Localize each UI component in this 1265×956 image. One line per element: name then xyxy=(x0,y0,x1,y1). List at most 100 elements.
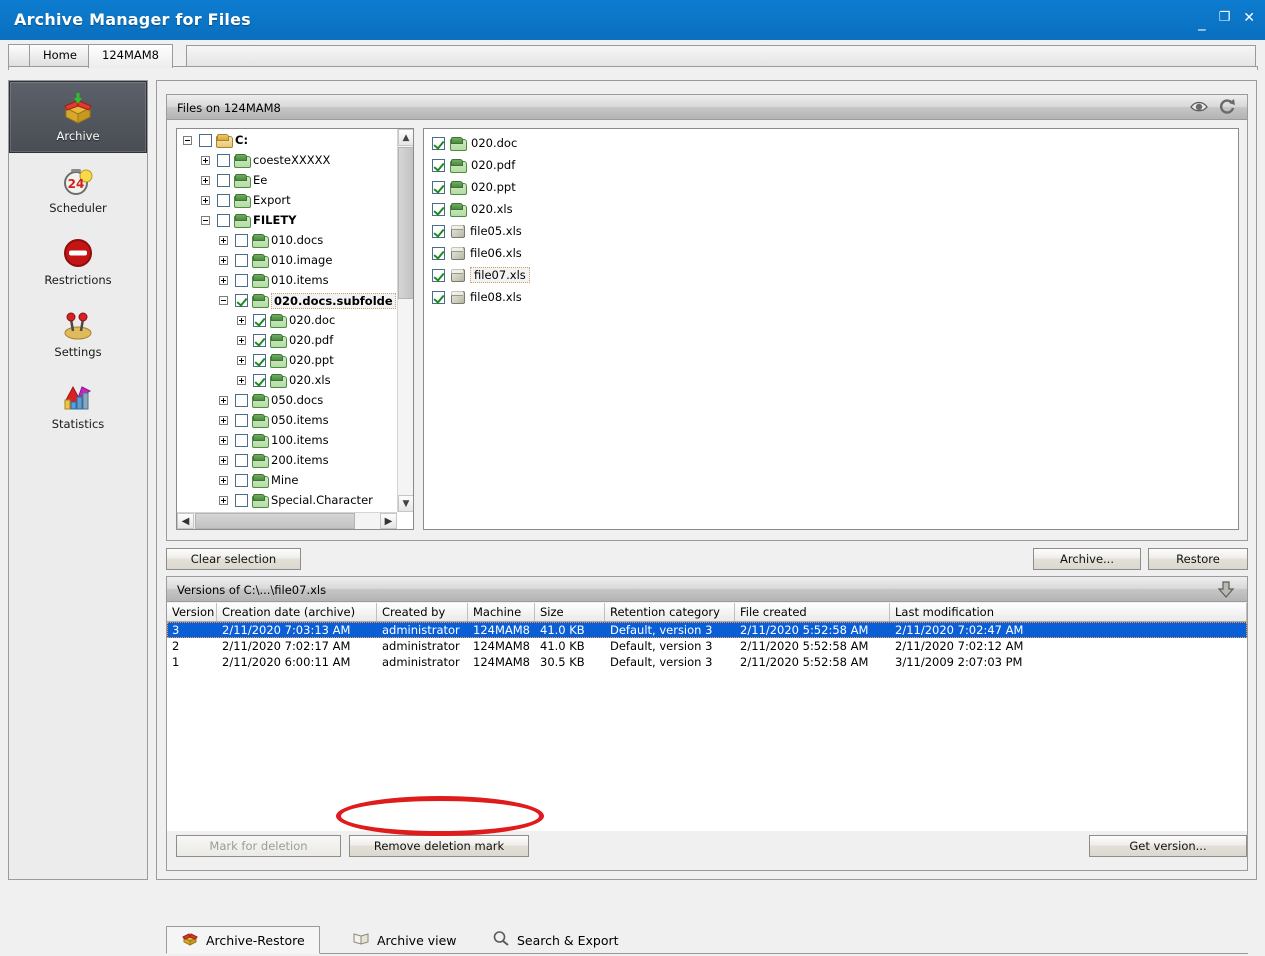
versions-row[interactable]: 12/11/2020 6:00:11 AMadministrator124MAM… xyxy=(167,654,1247,670)
expand-icon[interactable] xyxy=(201,176,210,185)
tree-scroll-thumb[interactable] xyxy=(398,147,414,299)
tree-item[interactable]: C: xyxy=(177,131,397,151)
file-list-item-checkbox[interactable] xyxy=(432,225,445,238)
tree-item[interactable]: 010.docs xyxy=(177,231,397,251)
expand-icon[interactable] xyxy=(219,456,228,465)
file-list-item[interactable]: 020.ppt xyxy=(424,176,1238,198)
expand-icon[interactable] xyxy=(219,436,228,445)
tree-item-checkbox[interactable] xyxy=(253,374,266,387)
tree-item[interactable]: 020.pdf xyxy=(177,331,397,351)
tree-item-checkbox[interactable] xyxy=(235,414,248,427)
tree-item-checkbox[interactable] xyxy=(235,454,248,467)
expand-icon[interactable] xyxy=(219,496,228,505)
tree-item[interactable]: 010.image xyxy=(177,251,397,271)
expand-icon[interactable] xyxy=(219,396,228,405)
close-icon[interactable]: ✕ xyxy=(1243,11,1255,25)
expand-icon[interactable] xyxy=(237,376,246,385)
versions-column-header[interactable]: Size xyxy=(535,603,605,621)
file-list-item-checkbox[interactable] xyxy=(432,269,445,282)
file-list-item-checkbox[interactable] xyxy=(432,247,445,260)
tree-item[interactable]: 020.doc xyxy=(177,311,397,331)
versions-column-header[interactable]: Creation date (archive) xyxy=(217,603,377,621)
tree-item-checkbox[interactable] xyxy=(253,314,266,327)
file-list-item-checkbox[interactable] xyxy=(432,137,445,150)
tree-item-checkbox[interactable] xyxy=(235,494,248,507)
tree-item-checkbox[interactable] xyxy=(217,214,230,227)
tree-item[interactable]: 020.xls xyxy=(177,371,397,391)
expand-icon[interactable] xyxy=(201,196,210,205)
tree-hscroll-thumb[interactable] xyxy=(195,513,355,529)
eye-icon[interactable] xyxy=(1189,97,1209,118)
expand-icon[interactable] xyxy=(237,336,246,345)
expand-icon[interactable] xyxy=(237,316,246,325)
tree-item-checkbox[interactable] xyxy=(235,254,248,267)
sidebar-item-statistics[interactable]: Statistics xyxy=(9,369,147,441)
tree-item[interactable]: 100.items xyxy=(177,431,397,451)
versions-column-header[interactable]: Version xyxy=(167,603,217,621)
bottom-tab-archive-view[interactable]: Archive view xyxy=(338,926,471,954)
mark-for-deletion-button[interactable]: Mark for deletion xyxy=(176,835,341,857)
tree-item[interactable]: Export xyxy=(177,191,397,211)
tree-item-checkbox[interactable] xyxy=(199,134,212,147)
file-list-item-checkbox[interactable] xyxy=(432,181,445,194)
versions-row[interactable]: 22/11/2020 7:02:17 AMadministrator124MAM… xyxy=(167,638,1247,654)
tree-item[interactable]: 010.items xyxy=(177,271,397,291)
tree-item-checkbox[interactable] xyxy=(235,234,248,247)
sidebar-item-archive[interactable]: Archive xyxy=(9,81,147,153)
file-list-item-checkbox[interactable] xyxy=(432,159,445,172)
tab-124mam8[interactable]: 124MAM8 xyxy=(88,44,173,68)
tree-item-checkbox[interactable] xyxy=(235,294,248,307)
scroll-left-icon[interactable]: ◀ xyxy=(177,513,194,529)
down-arrow-icon[interactable] xyxy=(1217,580,1235,602)
file-list-item-checkbox[interactable] xyxy=(432,203,445,216)
folder-tree-pane[interactable]: C:coesteXXXXXEeExportFILETY010.docs010.i… xyxy=(176,128,414,530)
expand-icon[interactable] xyxy=(219,276,228,285)
tree-item[interactable]: 020.docs.subfolde xyxy=(177,291,397,311)
tree-item-checkbox[interactable] xyxy=(217,154,230,167)
tree-item-checkbox[interactable] xyxy=(235,474,248,487)
tree-item[interactable]: 020.ppt xyxy=(177,351,397,371)
bottom-tab-archive-restore[interactable]: Archive-Restore xyxy=(166,926,320,954)
scroll-right-icon[interactable]: ▶ xyxy=(380,513,397,529)
expand-icon[interactable] xyxy=(219,236,228,245)
file-list-item[interactable]: file07.xls xyxy=(424,264,1238,286)
sidebar-item-settings[interactable]: Settings xyxy=(9,297,147,369)
expand-icon[interactable] xyxy=(237,356,246,365)
versions-column-header[interactable]: Retention category xyxy=(605,603,735,621)
expand-icon[interactable] xyxy=(201,156,210,165)
get-version-button[interactable]: Get version... xyxy=(1089,835,1247,857)
clear-selection-button[interactable]: Clear selection xyxy=(166,548,301,570)
archive-button[interactable]: Archive... xyxy=(1033,548,1141,570)
tree-item[interactable]: 200.items xyxy=(177,451,397,471)
tree-item[interactable]: Ee xyxy=(177,171,397,191)
maximize-icon[interactable]: ❐ xyxy=(1219,11,1231,25)
file-list-item-checkbox[interactable] xyxy=(432,291,445,304)
file-list-item[interactable]: file05.xls xyxy=(424,220,1238,242)
tree-item-checkbox[interactable] xyxy=(217,194,230,207)
tree-item[interactable]: FILETY xyxy=(177,211,397,231)
tree-item[interactable]: coesteXXXXX xyxy=(177,151,397,171)
file-list-item[interactable]: 020.doc xyxy=(424,132,1238,154)
versions-grid[interactable]: VersionCreation date (archive)Created by… xyxy=(167,603,1247,831)
versions-column-header[interactable]: Created by xyxy=(377,603,468,621)
versions-row[interactable]: 32/11/2020 7:03:13 AMadministrator124MAM… xyxy=(167,622,1247,638)
refresh-icon[interactable] xyxy=(1217,97,1237,118)
tree-vertical-scrollbar[interactable]: ▲ ▼ xyxy=(397,129,413,512)
collapse-icon[interactable] xyxy=(201,216,210,225)
tree-item-checkbox[interactable] xyxy=(235,274,248,287)
tab-home[interactable]: Home xyxy=(29,44,91,67)
sidebar-item-restrictions[interactable]: Restrictions xyxy=(9,225,147,297)
minimize-icon[interactable]: _ xyxy=(1198,15,1206,29)
versions-column-header[interactable]: File created xyxy=(735,603,890,621)
tree-item-checkbox[interactable] xyxy=(235,394,248,407)
scroll-up-icon[interactable]: ▲ xyxy=(398,129,414,146)
tree-item[interactable]: Special.Character xyxy=(177,491,397,511)
tree-item-checkbox[interactable] xyxy=(235,434,248,447)
sidebar-item-scheduler[interactable]: 24 Scheduler xyxy=(9,153,147,225)
remove-deletion-mark-button[interactable]: Remove deletion mark xyxy=(349,835,529,857)
expand-icon[interactable] xyxy=(219,476,228,485)
scroll-down-icon[interactable]: ▼ xyxy=(398,495,414,512)
collapse-icon[interactable] xyxy=(219,296,228,305)
tree-horizontal-scrollbar[interactable]: ◀ ▶ xyxy=(177,512,397,529)
tree-item[interactable]: 050.items xyxy=(177,411,397,431)
